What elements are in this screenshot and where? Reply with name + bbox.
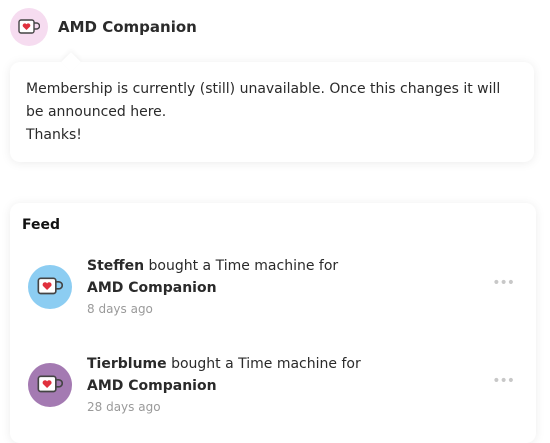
- feed-item: Steffen bought a Time machine for AMD Co…: [28, 255, 518, 318]
- membership-notice: Membership is currently (still) unavaila…: [10, 52, 534, 162]
- feed-text: Steffen bought a Time machine for AMD Co…: [87, 255, 338, 318]
- feed-line: Tierblume bought a Time machine for: [87, 353, 361, 375]
- feed-target[interactable]: AMD Companion: [87, 280, 217, 296]
- supporter-name[interactable]: Steffen: [87, 258, 144, 274]
- feed-heading: Feed: [22, 217, 61, 233]
- feed-target[interactable]: AMD Companion: [87, 378, 217, 394]
- supporter-name[interactable]: Tierblume: [87, 356, 167, 372]
- mug-heart-icon: [37, 375, 63, 393]
- more-options-icon[interactable]: •••: [492, 275, 515, 291]
- feed-item: Tierblume bought a Time machine for AMD …: [28, 353, 518, 416]
- feed-action: bought a Time machine for: [166, 356, 361, 372]
- feed-text: Tierblume bought a Time machine for AMD …: [87, 353, 361, 416]
- notice-line: Thanks!: [26, 127, 82, 143]
- notice-line: Membership is currently (still) unavaila…: [26, 81, 501, 97]
- feed-line: AMD Companion: [87, 277, 338, 299]
- creator-avatar[interactable]: [10, 8, 48, 46]
- feed-line: AMD Companion: [87, 375, 361, 397]
- feed-action: bought a Time machine for: [144, 258, 339, 274]
- creator-header: AMD Companion: [10, 8, 197, 46]
- feed-avatar[interactable]: [28, 264, 72, 309]
- feed-line: Steffen bought a Time machine for: [87, 255, 338, 277]
- creator-name[interactable]: AMD Companion: [58, 18, 197, 36]
- feed-timestamp: 8 days ago: [87, 302, 153, 316]
- feed-panel: Feed Steffen bought a Time machine for A…: [10, 203, 536, 443]
- more-options-icon[interactable]: •••: [492, 373, 515, 389]
- notice-line: be announced here.: [26, 104, 167, 120]
- feed-timestamp: 28 days ago: [87, 400, 161, 414]
- mug-heart-icon: [18, 19, 40, 34]
- notice-pointer: [61, 52, 81, 72]
- mug-heart-icon: [37, 277, 63, 295]
- feed-avatar[interactable]: [28, 362, 72, 407]
